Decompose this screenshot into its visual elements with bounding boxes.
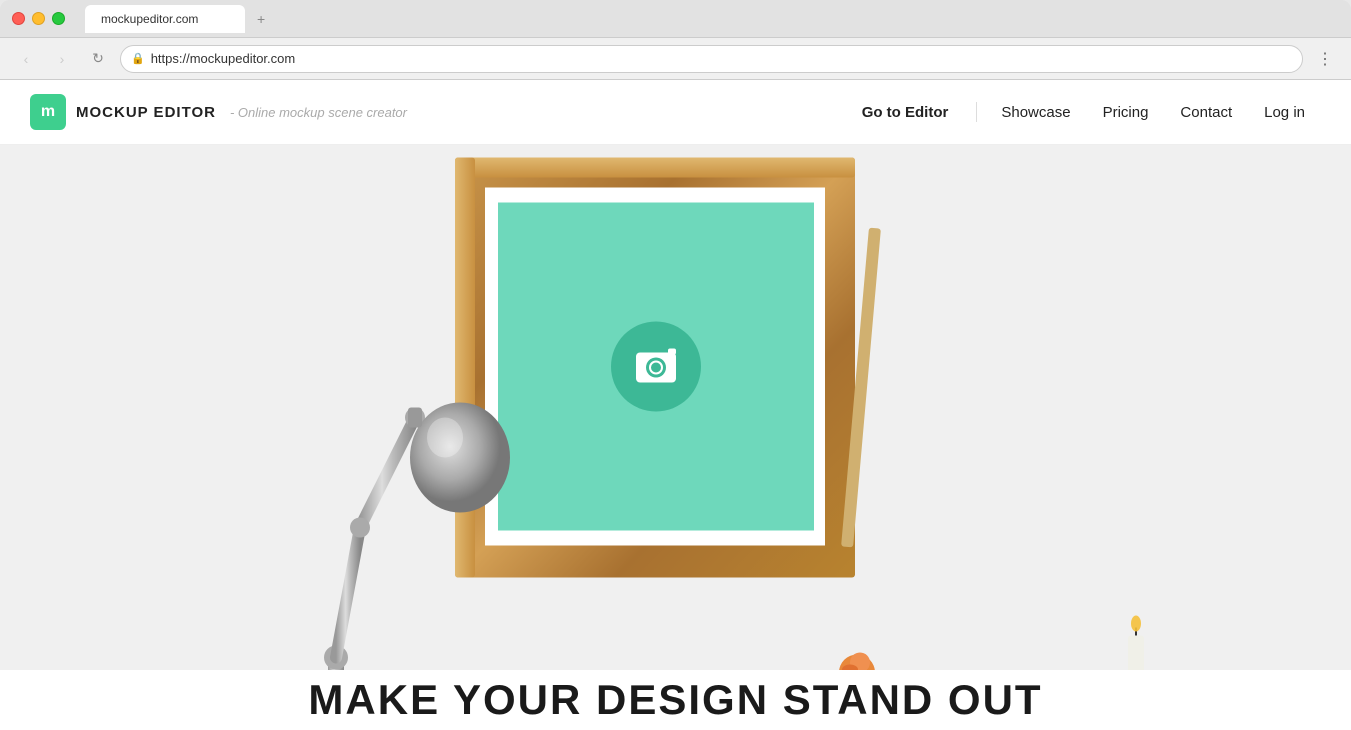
browser-window: mockupeditor.com + ‹ › ↻ 🔒 ⋮ m <box>0 0 1351 730</box>
login-link[interactable]: Log in <box>1248 96 1321 129</box>
browser-tab[interactable]: mockupeditor.com <box>85 5 245 33</box>
back-icon: ‹ <box>24 51 29 67</box>
hero-text-area: MAKE YOUR DESIGN STAND OUT <box>0 670 1351 730</box>
logo-letter: m <box>41 103 55 121</box>
logo-area: m MOCKUP EDITOR - Online mockup scene cr… <box>30 94 407 130</box>
browser-titlebar: mockupeditor.com + <box>0 0 1351 38</box>
address-bar[interactable]: 🔒 <box>120 45 1303 73</box>
showcase-link[interactable]: Showcase <box>985 96 1086 129</box>
site-header: m MOCKUP EDITOR - Online mockup scene cr… <box>0 80 1351 145</box>
lock-icon: 🔒 <box>131 52 145 65</box>
browser-toolbar: ‹ › ↻ 🔒 ⋮ <box>0 38 1351 80</box>
traffic-lights <box>12 12 65 25</box>
forward-icon: › <box>60 51 65 67</box>
logo-tagline: - Online mockup scene creator <box>230 105 407 120</box>
nav-divider <box>976 102 977 122</box>
minimize-button[interactable] <box>32 12 45 25</box>
hero-headline: MAKE YOUR DESIGN STAND OUT <box>308 676 1042 724</box>
go-to-editor-link[interactable]: Go to Editor <box>842 96 969 129</box>
new-tab-button[interactable]: + <box>257 11 265 27</box>
site-nav: Go to Editor Showcase Pricing Contact Lo… <box>842 96 1321 129</box>
back-button[interactable]: ‹ <box>12 45 40 73</box>
reload-icon: ↻ <box>92 50 104 67</box>
close-button[interactable] <box>12 12 25 25</box>
contact-link[interactable]: Contact <box>1164 96 1248 129</box>
maximize-button[interactable] <box>52 12 65 25</box>
hero-illustration <box>0 145 1351 670</box>
logo-text: MOCKUP EDITOR <box>76 104 216 121</box>
forward-button[interactable]: › <box>48 45 76 73</box>
logo-icon: m <box>30 94 66 130</box>
hero-scene <box>0 145 1351 670</box>
hero-section: MAKE YOUR DESIGN STAND OUT <box>0 145 1351 730</box>
url-input[interactable] <box>151 51 1292 66</box>
tab-title: mockupeditor.com <box>101 12 198 26</box>
website-content: m MOCKUP EDITOR - Online mockup scene cr… <box>0 80 1351 730</box>
pricing-link[interactable]: Pricing <box>1087 96 1165 129</box>
reload-button[interactable]: ↻ <box>84 45 112 73</box>
menu-icon: ⋮ <box>1317 49 1333 69</box>
browser-menu-button[interactable]: ⋮ <box>1311 45 1339 73</box>
